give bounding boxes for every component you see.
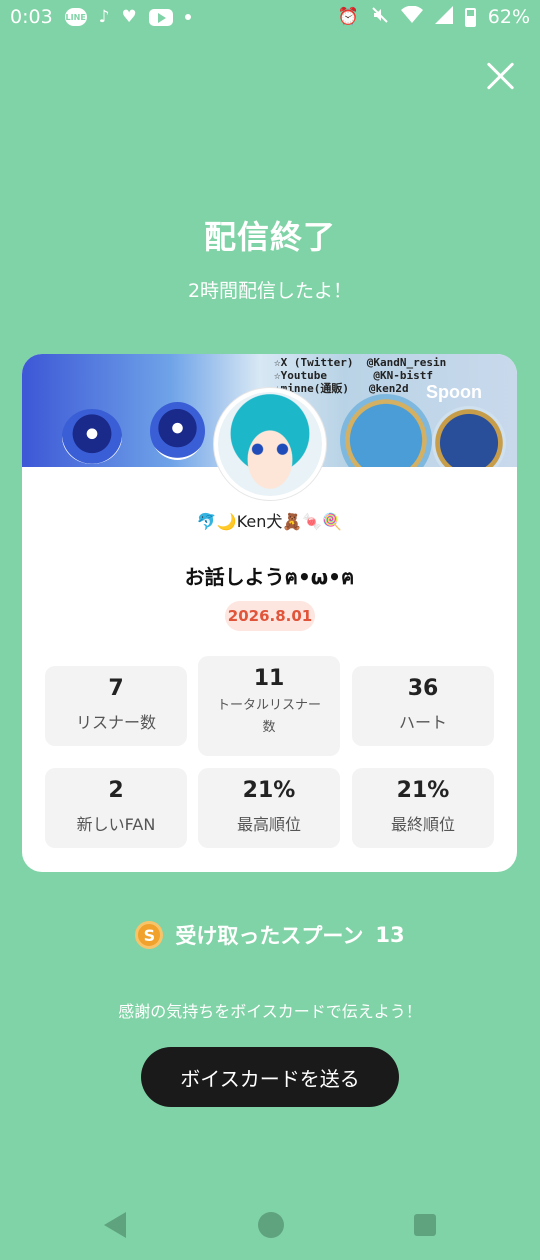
spoons-received: S 受け取ったスプーン 13 [0,920,540,950]
avatar[interactable] [214,388,326,500]
spoons-label: 受け取ったスプーン [175,924,364,948]
spoons-count: 13 [375,923,405,947]
stat-final-rank: 21% 最終順位 [352,768,494,848]
nav-recents-icon[interactable] [414,1214,436,1236]
signal-icon [434,6,453,28]
stat-value: 11 [253,666,285,691]
spoon-coin-icon: S [135,921,164,949]
stat-value: 36 [407,676,439,701]
stat-best-rank: 21% 最高順位 [198,768,340,848]
stat-new-fans: 2 新しいFAN [45,768,187,848]
status-time: 0:03 [10,6,53,28]
stat-label: トータルリスナー数 [216,698,321,735]
banner-art [150,402,205,460]
wifi-icon [400,5,423,28]
stat-value: 21% [396,778,450,803]
status-left: 0:03 LINE ♪ ♥ [10,6,191,28]
stat-label: 新しいFAN [76,815,156,834]
stat-value: 21% [242,778,296,803]
stat-value: 7 [108,676,124,701]
stat-label: 最終順位 [390,815,455,834]
send-voice-card-button[interactable]: ボイスカードを送る [141,1047,399,1107]
close-button[interactable] [484,60,516,92]
nav-home-icon[interactable] [258,1212,284,1238]
broadcast-summary-card: ☆X (Twitter) @KandN_resin ☆Youtube @KN-b… [22,354,517,872]
youtube-icon [148,8,173,26]
avatar-image [218,392,322,496]
tiktok-icon: ♪ [98,6,110,27]
thanks-message: 感謝の気持ちをボイスカードで伝えよう！ [118,1002,422,1021]
date-badge: 2026.8.01 [225,601,315,631]
spoon-logo: Spoon [426,382,482,402]
line-icon: LINE [64,8,87,26]
battery-icon [464,7,476,27]
stat-label: リスナー数 [75,713,156,732]
status-right: ⏰ 62% [337,5,530,28]
stat-label: 最高順位 [236,815,301,834]
heart-icon: ♥ [121,6,137,27]
banner-art [62,409,122,464]
stat-label: ハート [398,713,447,732]
banner-art [432,406,506,467]
stat-listeners: 7 リスナー数 [45,666,187,746]
user-name: 🐬🌙Ken犬🧸🍬🍭 [196,512,343,531]
stat-value: 2 [108,778,124,803]
stat-hearts: 36 ハート [352,666,494,746]
page-title: 配信終了 [203,218,336,256]
stat-total-listeners: 11 トータルリスナー数 [198,656,340,756]
banner-text: ☆X (Twitter) @KandN_resin ☆Youtube @KN-b… [274,356,447,395]
alarm-icon: ⏰ [337,6,359,27]
page-subtitle: 2時間配信したよ！ [187,280,353,302]
banner-art [340,394,432,467]
status-bar: 0:03 LINE ♪ ♥ ⏰ 62% [0,0,540,34]
battery-percent: 62% [487,6,530,28]
dot-icon [184,14,191,20]
room-title: お話しようฅ•ω•ฅ [184,565,355,589]
mute-icon [371,6,389,28]
nav-back-icon[interactable] [104,1212,126,1238]
